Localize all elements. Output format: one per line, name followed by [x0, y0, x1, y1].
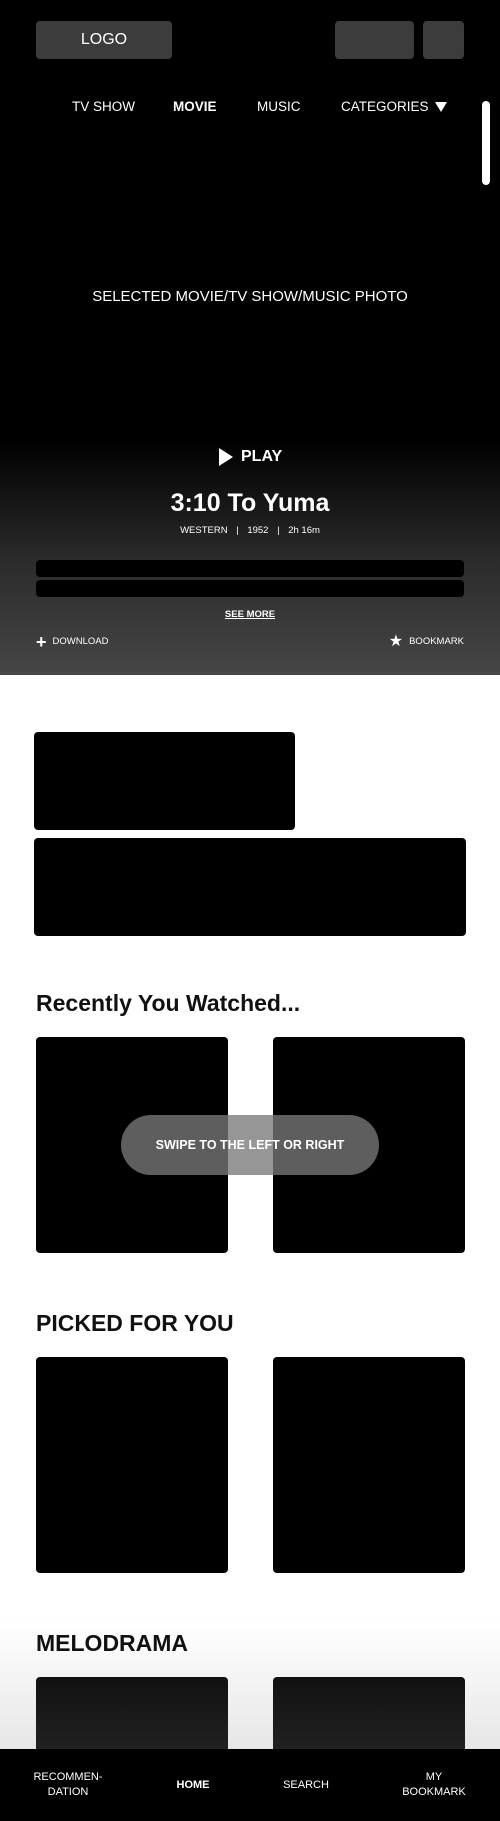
- top-nav: TV SHOW MOVIE MUSIC CATEGORIES: [0, 99, 500, 119]
- section-title-recent: Recently You Watched...: [36, 990, 301, 1016]
- hero-section: LOGO TV SHOW MOVIE MUSIC CATEGORIES SELE…: [0, 0, 500, 675]
- bottom-nav-recommendation[interactable]: RECOMMEN- DATION: [20, 1749, 116, 1821]
- nav-categories[interactable]: CATEGORIES: [341, 99, 447, 114]
- header-icon-button[interactable]: [423, 21, 464, 59]
- hero-photo-placeholder: SELECTED MOVIE/TV SHOW/MUSIC PHOTO: [92, 288, 408, 305]
- picked-card[interactable]: [36, 1357, 228, 1573]
- section-title-melodrama: MELODRAMA: [36, 1630, 189, 1656]
- bottom-nav-recommendation-line2: DATION: [47, 1786, 89, 1798]
- logo-label: LOGO: [80, 31, 128, 48]
- bottom-nav-search[interactable]: SEARCH: [266, 1749, 346, 1821]
- media-meta: WESTERN | 1952 | 2h 16m: [0, 525, 500, 536]
- description-line: [36, 580, 464, 597]
- bottom-nav-my-bookmark[interactable]: MY BOOKMARK: [388, 1749, 480, 1821]
- bottom-nav-bookmark-line1: MY: [425, 1771, 443, 1783]
- star-icon: ★: [388, 632, 404, 650]
- play-button[interactable]: PLAY: [219, 448, 282, 466]
- download-button[interactable]: + DOWNLOAD: [36, 631, 109, 652]
- bottom-nav-home[interactable]: HOME: [153, 1749, 233, 1821]
- meta-separator: |: [277, 525, 280, 536]
- swipe-hint: SWIPE TO THE LEFT OR RIGHT: [121, 1115, 379, 1175]
- bookmark-button[interactable]: ★ BOOKMARK: [388, 632, 464, 650]
- media-title: 3:10 To Yuma: [170, 489, 330, 517]
- media-year: 1952: [247, 525, 269, 536]
- play-icon: [219, 448, 233, 466]
- caret-down-icon: [434, 101, 447, 112]
- media-duration: 2h 16m: [288, 525, 320, 536]
- bottom-nav-recommendation-line1: RECOMMEN-: [33, 1771, 103, 1783]
- bottom-nav-bookmark-line2: BOOKMARK: [402, 1786, 466, 1798]
- picked-card[interactable]: [273, 1357, 465, 1573]
- download-label: DOWNLOAD: [52, 636, 109, 647]
- nav-music[interactable]: MUSIC: [257, 99, 301, 114]
- play-label: PLAY: [241, 448, 283, 465]
- meta-separator: |: [236, 525, 239, 536]
- see-more-link[interactable]: SEE MORE: [0, 609, 500, 620]
- media-genre: WESTERN: [180, 525, 228, 536]
- promo-banner-small[interactable]: [34, 732, 295, 830]
- plus-icon: +: [36, 631, 47, 652]
- promo-banner-wide[interactable]: [34, 838, 466, 936]
- nav-categories-label: CATEGORIES: [341, 99, 429, 114]
- logo-button[interactable]: LOGO: [36, 21, 172, 59]
- scroll-indicator[interactable]: [482, 101, 490, 185]
- header-action-button[interactable]: [335, 21, 414, 59]
- nav-movie[interactable]: MOVIE: [173, 99, 217, 114]
- nav-tv-show[interactable]: TV SHOW: [72, 99, 135, 114]
- bottom-nav: RECOMMEN- DATION HOME SEARCH MY BOOKMARK: [0, 1749, 500, 1821]
- section-title-picked: PICKED FOR YOU: [36, 1310, 234, 1336]
- bookmark-label: BOOKMARK: [409, 636, 464, 647]
- description-line: [36, 560, 464, 577]
